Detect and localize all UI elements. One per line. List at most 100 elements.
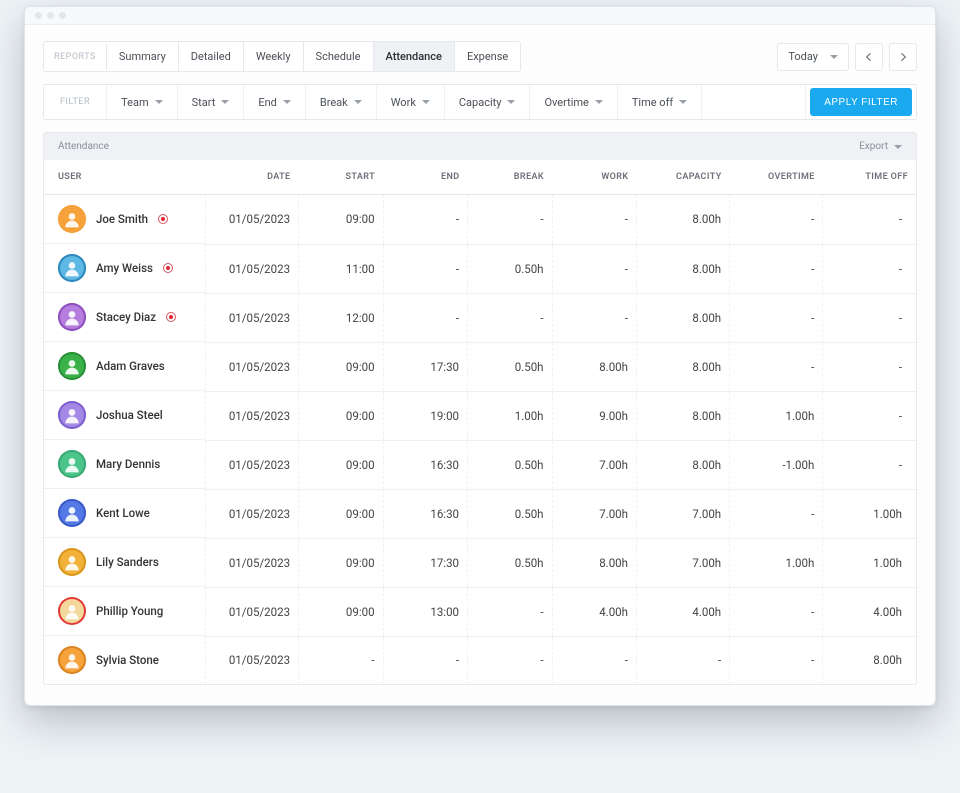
tab-expense[interactable]: Expense: [455, 42, 520, 71]
cell-capacity: 8.00h: [636, 391, 729, 440]
filter-break[interactable]: Break: [306, 85, 377, 119]
cell-end: 16:30: [383, 489, 467, 538]
filter-timeoff[interactable]: Time off: [618, 85, 702, 119]
table-row[interactable]: Adam Graves 01/05/2023 09:00 17:30 0.50h…: [44, 342, 916, 391]
filter-end[interactable]: End: [244, 85, 306, 119]
user-name: Mary Dennis: [96, 457, 160, 471]
cell-capacity: 7.00h: [636, 538, 729, 587]
cell-end: -: [383, 195, 467, 245]
cell-start: 09:00: [299, 538, 383, 587]
avatar: [58, 401, 86, 429]
table-row[interactable]: Amy Weiss 01/05/2023 11:00 - 0.50h - 8.0…: [44, 244, 916, 293]
cell-date: 01/05/2023: [206, 195, 298, 245]
cell-user: Mary Dennis: [44, 440, 206, 489]
date-range-select[interactable]: Today: [777, 43, 849, 71]
cell-timeoff: -: [823, 342, 916, 391]
cell-work: -: [552, 195, 636, 245]
cell-date: 01/05/2023: [206, 587, 298, 636]
cell-user: Sylvia Stone: [44, 636, 206, 684]
cell-timeoff: -: [823, 391, 916, 440]
user-name: Joe Smith: [96, 212, 148, 226]
cell-timeoff: 1.00h: [823, 489, 916, 538]
cell-timeoff: 4.00h: [823, 587, 916, 636]
cell-overtime: -: [730, 489, 823, 538]
apply-filter-button[interactable]: APPLY FILTER: [810, 88, 912, 116]
cell-overtime: -1.00h: [730, 440, 823, 489]
cell-end: 17:30: [383, 538, 467, 587]
table-row[interactable]: Sylvia Stone 01/05/2023 - - - - - - 8.00…: [44, 636, 916, 684]
cell-overtime: -: [730, 636, 823, 684]
chevron-down-icon: [894, 145, 902, 149]
cell-work: -: [552, 636, 636, 684]
cell-timeoff: 1.00h: [823, 538, 916, 587]
cell-timeoff: -: [823, 195, 916, 245]
cell-capacity: 7.00h: [636, 489, 729, 538]
attendance-table: USER DATE START END BREAK WORK CAPACITY …: [44, 160, 916, 684]
user-name: Joshua Steel: [96, 408, 163, 422]
tab-schedule[interactable]: Schedule: [304, 42, 374, 71]
cell-capacity: 8.00h: [636, 293, 729, 342]
filter-team[interactable]: Team: [107, 85, 178, 119]
cell-capacity: 8.00h: [636, 244, 729, 293]
table-row[interactable]: Kent Lowe 01/05/2023 09:00 16:30 0.50h 7…: [44, 489, 916, 538]
filter-capacity[interactable]: Capacity: [445, 85, 531, 119]
table-row[interactable]: Lily Sanders 01/05/2023 09:00 17:30 0.50…: [44, 538, 916, 587]
filter-bar-label: FILTER: [44, 85, 107, 119]
col-break: BREAK: [468, 160, 552, 195]
chevron-down-icon: [679, 100, 687, 104]
chevron-down-icon: [283, 100, 291, 104]
chevron-down-icon: [354, 100, 362, 104]
cell-work: 7.00h: [552, 440, 636, 489]
tab-attendance[interactable]: Attendance: [374, 42, 455, 71]
user-name: Phillip Young: [96, 604, 163, 618]
report-tabs: REPORTS Summary Detailed Weekly Schedule…: [43, 41, 521, 72]
next-period-button[interactable]: [889, 43, 917, 71]
cell-date: 01/05/2023: [206, 342, 298, 391]
cell-break: 0.50h: [468, 244, 552, 293]
filter-overtime[interactable]: Overtime: [530, 85, 617, 119]
attendance-panel: Attendance Export USER DATE START END: [43, 132, 917, 685]
cell-break: -: [468, 195, 552, 245]
user-name: Lily Sanders: [96, 555, 159, 569]
chevron-right-icon: [897, 51, 909, 63]
cell-timeoff: 8.00h: [823, 636, 916, 684]
cell-start: 12:00: [299, 293, 383, 342]
traffic-light-icon: [47, 12, 54, 19]
cell-overtime: -: [730, 195, 823, 245]
cell-user: Amy Weiss: [44, 244, 206, 293]
avatar: [58, 646, 86, 674]
col-end: END: [383, 160, 467, 195]
table-row[interactable]: Mary Dennis 01/05/2023 09:00 16:30 0.50h…: [44, 440, 916, 489]
table-row[interactable]: Joshua Steel 01/05/2023 09:00 19:00 1.00…: [44, 391, 916, 440]
cell-capacity: 8.00h: [636, 342, 729, 391]
cell-work: 4.00h: [552, 587, 636, 636]
col-user: USER: [44, 160, 206, 195]
cell-capacity: -: [636, 636, 729, 684]
filter-start[interactable]: Start: [178, 85, 245, 119]
filter-work[interactable]: Work: [377, 85, 445, 119]
prev-period-button[interactable]: [855, 43, 883, 71]
user-name: Adam Graves: [96, 359, 165, 373]
tab-weekly[interactable]: Weekly: [244, 42, 304, 71]
cell-end: 13:00: [383, 587, 467, 636]
tab-summary[interactable]: Summary: [107, 42, 179, 71]
table-row[interactable]: Phillip Young 01/05/2023 09:00 13:00 - 4…: [44, 587, 916, 636]
cell-date: 01/05/2023: [206, 636, 298, 684]
cell-break: 0.50h: [468, 489, 552, 538]
cell-date: 01/05/2023: [206, 244, 298, 293]
col-work: WORK: [552, 160, 636, 195]
cell-start: -: [299, 636, 383, 684]
cell-work: -: [552, 293, 636, 342]
cell-break: 0.50h: [468, 538, 552, 587]
cell-work: 9.00h: [552, 391, 636, 440]
table-row[interactable]: Joe Smith 01/05/2023 09:00 - - - 8.00h -…: [44, 195, 916, 245]
export-button[interactable]: Export: [859, 141, 902, 152]
chevron-left-icon: [863, 51, 875, 63]
tab-detailed[interactable]: Detailed: [179, 42, 244, 71]
cell-break: -: [468, 293, 552, 342]
col-date: DATE: [206, 160, 298, 195]
chevron-down-icon: [507, 100, 515, 104]
table-row[interactable]: Stacey Diaz 01/05/2023 12:00 - - - 8.00h…: [44, 293, 916, 342]
cell-user: Lily Sanders: [44, 538, 206, 587]
cell-overtime: 1.00h: [730, 391, 823, 440]
